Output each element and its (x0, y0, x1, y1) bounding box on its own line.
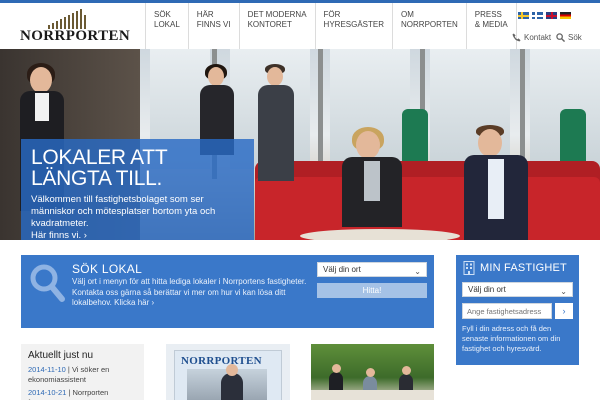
logo-text: NORRPORTEN (20, 28, 131, 44)
nav-item-sok-lokal[interactable]: SÖK LOKAL (145, 3, 188, 49)
klicka-har-link[interactable]: Klicka här › (114, 298, 154, 307)
hero-text: Välkommen till fastighetsbolaget som ser… (31, 194, 216, 229)
magazine-logo: NORRPORTEN (181, 355, 262, 367)
news-item[interactable]: 2014-11-10 | Vi söker en ekonomiassisten… (28, 365, 137, 385)
chevron-right-icon: › (83, 230, 87, 241)
kontakt-link[interactable]: Kontakt (512, 33, 551, 42)
chevron-down-icon: ⌄ (560, 287, 567, 296)
search-icon (556, 33, 565, 42)
min-fastighet-title: MIN FASTIGHET (480, 262, 567, 274)
nav-item-press-media[interactable]: PRESS & MEDIA (465, 3, 517, 49)
search-icon (30, 264, 65, 302)
site-header: NORRPORTEN SÖK LOKAL HÄR FINNS VI DET MO… (0, 3, 600, 49)
news-item[interactable]: 2014-10-21 | Norrporten förvärvar (28, 388, 137, 400)
logo-bars-icon (48, 9, 108, 29)
nav-item-om-norrporten[interactable]: OM NORRPORTEN (392, 3, 466, 49)
kontakt-label: Kontakt (524, 33, 552, 42)
news-title: Aktuellt just nu (28, 350, 94, 361)
building-icon (463, 261, 475, 275)
magazine-teaser[interactable]: NORRPORTEN (166, 344, 290, 400)
gb-flag-icon[interactable] (546, 12, 557, 19)
logo[interactable]: NORRPORTEN (20, 9, 130, 45)
fastighetsadress-input[interactable] (462, 303, 552, 319)
chevron-down-icon: ⌄ (414, 267, 421, 276)
se-flag-icon[interactable] (518, 12, 529, 19)
language-selector (518, 12, 571, 19)
nav-item-har-finns-vi[interactable]: HÄR FINNS VI (187, 3, 239, 49)
search-link[interactable]: Sök (556, 33, 582, 42)
submit-arrow-button[interactable]: › (555, 303, 573, 319)
sok-lokal-panel: SÖK LOKAL Välj ort i menyn för att hitta… (21, 255, 434, 328)
min-fastighet-text: Fyll i din adress och få den senaste inf… (462, 324, 561, 353)
nav-item-for-hyresgaster[interactable]: FÖR HYRESGÄSTER (314, 3, 392, 49)
phone-icon (512, 33, 521, 42)
nav-item-det-moderna-kontoret[interactable]: DET MODERNA KONTORET (238, 3, 315, 49)
ort-select[interactable]: Välj din ort ⌄ (462, 282, 573, 297)
office-photo[interactable] (311, 344, 434, 400)
sok-lokal-text: Välj ort i menyn för att hitta lediga lo… (72, 277, 307, 307)
fi-flag-icon[interactable] (532, 12, 543, 19)
de-flag-icon[interactable] (560, 12, 571, 19)
hero-title: LOKALER ATT LÄNGTA TILL. (31, 146, 168, 190)
hero-link[interactable]: Här finns vi. › (31, 230, 244, 242)
sok-lokal-title: SÖK LOKAL (72, 262, 143, 276)
hero-message: LOKALER ATT LÄNGTA TILL. Välkommen till … (21, 139, 254, 242)
main-nav: SÖK LOKAL HÄR FINNS VI DET MODERNA KONTO… (145, 3, 517, 49)
news-panel: Aktuellt just nu 2014-11-10 | Vi söker e… (21, 344, 144, 400)
search-label: Sök (568, 33, 582, 42)
hitta-button[interactable]: Hitta! (317, 283, 427, 298)
min-fastighet-panel: MIN FASTIGHET Välj din ort ⌄ › Fyll i di… (456, 255, 579, 365)
ort-select[interactable]: Välj din ort ⌄ (317, 262, 427, 277)
